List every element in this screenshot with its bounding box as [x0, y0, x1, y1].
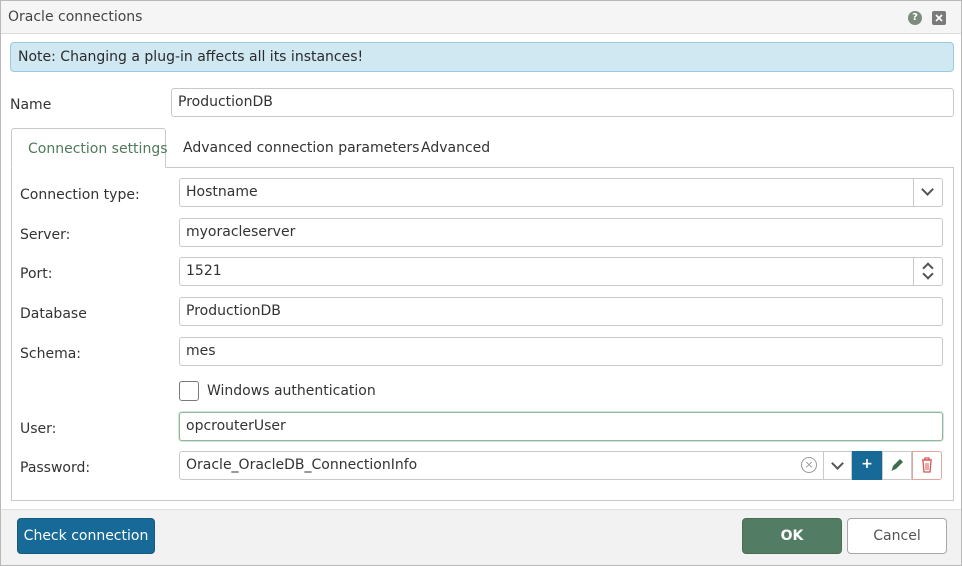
- cancel-button[interactable]: Cancel: [847, 518, 947, 554]
- server-input[interactable]: myoracleserver: [179, 218, 943, 247]
- window-title: Oracle connections: [8, 9, 143, 25]
- port-label: Port:: [20, 266, 53, 282]
- tab-advanced[interactable]: Advanced: [405, 128, 506, 168]
- user-input[interactable]: opcrouterUser: [179, 412, 943, 441]
- user-label: User:: [20, 421, 57, 437]
- chevron-down-icon[interactable]: [913, 179, 942, 206]
- clear-icon[interactable]: ×: [801, 457, 817, 473]
- connection-type-label: Connection type:: [20, 187, 140, 203]
- ok-button[interactable]: OK: [742, 518, 842, 554]
- connection-type-select[interactable]: Hostname: [179, 178, 943, 207]
- help-icon[interactable]: ?: [908, 11, 922, 25]
- name-input[interactable]: ProductionDB: [171, 88, 954, 117]
- tab-bar: Connection settings Advanced connection …: [11, 128, 954, 168]
- plugin-note: Note: Changing a plug-in affects all its…: [10, 42, 954, 72]
- database-label: Database: [20, 306, 87, 322]
- schema-input[interactable]: mes: [179, 337, 943, 366]
- name-label: Name: [10, 97, 52, 113]
- oracle-connections-dialog: Oracle connections ? Note: Changing a pl…: [0, 0, 962, 566]
- server-label: Server:: [20, 227, 71, 243]
- schema-label: Schema:: [20, 346, 82, 362]
- port-value: 1521: [186, 263, 222, 279]
- windows-auth-label: Windows authentication: [207, 383, 376, 399]
- pencil-icon[interactable]: [882, 451, 912, 480]
- title-bar: Oracle connections ?: [1, 1, 961, 34]
- password-dropdown-chevron-down-icon[interactable]: [823, 451, 852, 480]
- check-connection-button[interactable]: Check connection: [17, 518, 155, 554]
- spinner-icon[interactable]: [913, 258, 942, 285]
- dialog-footer: Check connection OK Cancel: [1, 509, 961, 565]
- connection-type-value: Hostname: [186, 184, 258, 200]
- password-select[interactable]: Oracle_OracleDB_ConnectionInfo: [179, 451, 824, 480]
- tab-connection-settings[interactable]: Connection settings: [11, 128, 168, 168]
- tab-advanced-connection-parameters[interactable]: Advanced connection parameters: [167, 128, 435, 168]
- windows-auth-checkbox[interactable]: [179, 381, 199, 401]
- port-stepper[interactable]: 1521: [179, 257, 943, 286]
- close-icon[interactable]: [932, 11, 946, 25]
- password-label: Password:: [20, 460, 91, 476]
- database-input[interactable]: ProductionDB: [179, 297, 943, 326]
- trash-icon[interactable]: [912, 451, 942, 480]
- add-password-button[interactable]: +: [852, 451, 882, 480]
